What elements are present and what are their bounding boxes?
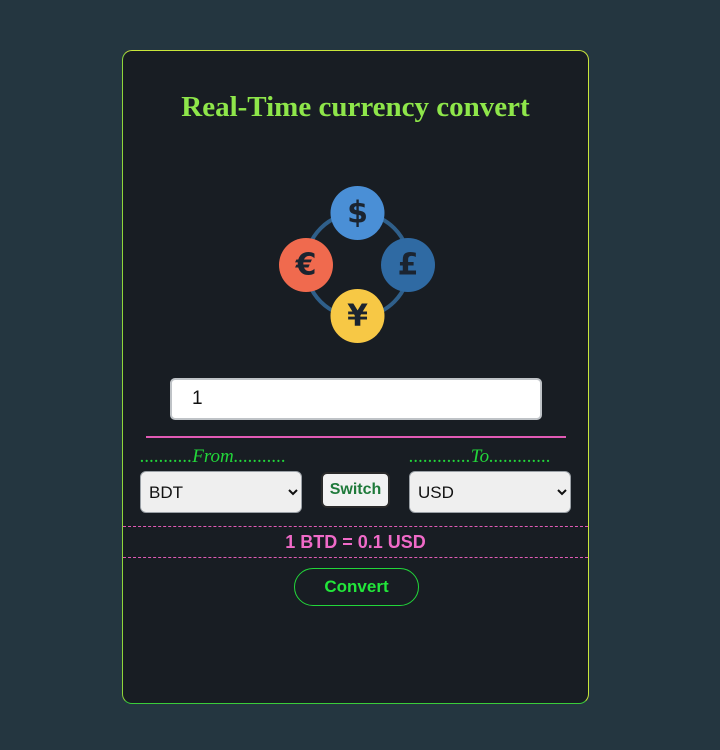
page-title: Real-Time currency convert [181,91,530,123]
switch-button[interactable]: Switch [321,472,390,508]
conversion-result: 1 BTD = 0.1 USD [123,526,588,558]
euro-coin-icon: € [279,238,333,292]
amount-input[interactable] [170,378,542,420]
divider [146,436,566,438]
dollar-coin-icon: $ [330,186,385,240]
euro-symbol: € [295,248,317,283]
converter-card: Real-Time currency convert $ £ ¥ € .....… [122,50,589,704]
to-currency-select[interactable]: USD [409,471,571,513]
dollar-symbol: $ [347,196,368,231]
currency-exchange-icon: $ £ ¥ € [279,186,435,343]
from-currency-select[interactable]: BDT [140,471,302,513]
convert-button[interactable]: Convert [294,568,419,606]
yen-symbol: ¥ [347,299,368,334]
pound-coin-icon: £ [381,238,435,292]
from-label: ...........From........... [140,446,287,467]
pound-symbol: £ [398,248,419,283]
yen-coin-icon: ¥ [330,289,385,343]
to-label: .............To............. [409,446,551,467]
